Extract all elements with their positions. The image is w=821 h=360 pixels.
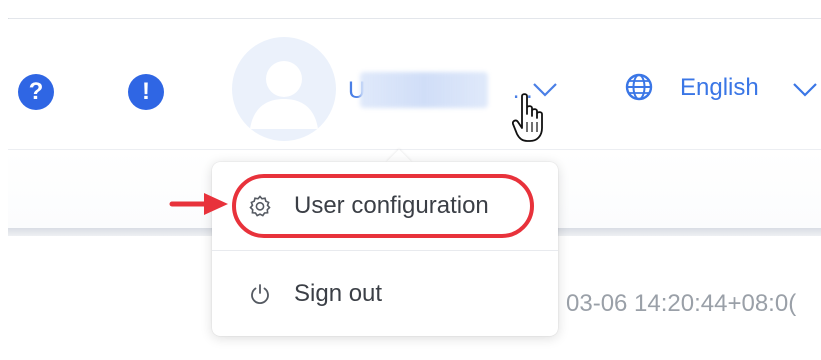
language-label: English bbox=[680, 74, 759, 101]
user-silhouette-icon bbox=[250, 61, 318, 129]
alert-icon-glyph: ! bbox=[142, 78, 150, 105]
menu-item-label: Sign out bbox=[294, 280, 383, 307]
globe-icon[interactable] bbox=[624, 72, 654, 102]
hand-cursor-icon bbox=[512, 93, 543, 142]
help-icon-glyph: ? bbox=[28, 78, 44, 105]
menu-divider bbox=[212, 250, 558, 251]
alert-icon[interactable]: ! bbox=[128, 74, 164, 110]
menu-item-sign-out[interactable]: Sign out bbox=[212, 264, 558, 324]
annotation-arrow-icon bbox=[169, 193, 228, 215]
language-chevron-icon[interactable] bbox=[792, 82, 818, 98]
help-icon[interactable]: ? bbox=[18, 74, 54, 110]
power-icon bbox=[251, 284, 269, 305]
annotation-highlight-ring bbox=[232, 174, 534, 238]
username-redaction bbox=[360, 72, 488, 108]
avatar[interactable] bbox=[232, 37, 336, 141]
timestamp-text: 03-06 14:20:44+08:0( bbox=[566, 290, 797, 317]
language-selector[interactable]: English bbox=[680, 73, 759, 103]
